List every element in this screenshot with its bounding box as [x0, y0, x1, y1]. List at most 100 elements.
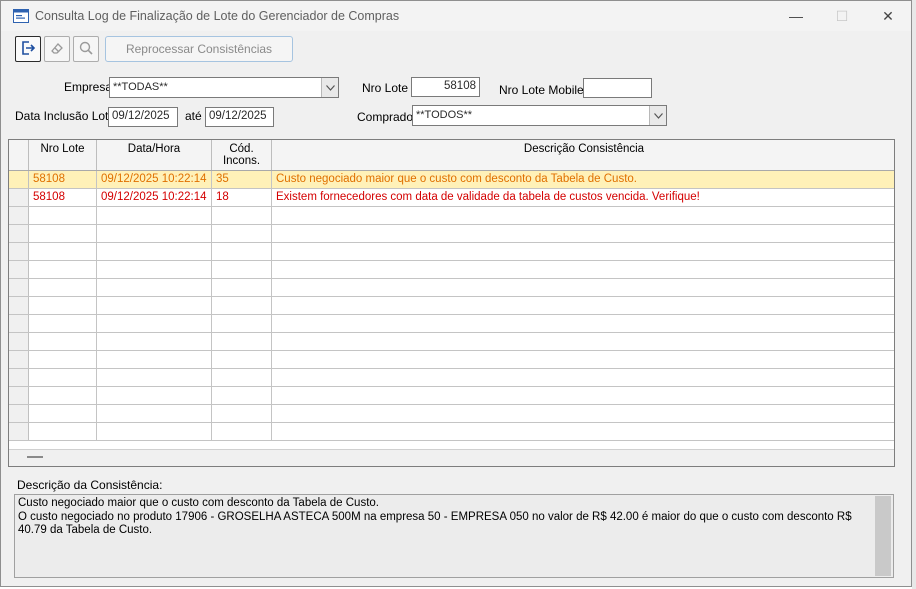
exit-button[interactable] — [15, 36, 41, 62]
minimize-button[interactable]: — — [773, 1, 819, 31]
table-cell[interactable] — [272, 243, 894, 260]
table-cell[interactable] — [272, 207, 894, 224]
row-indicator[interactable] — [9, 243, 29, 260]
table-cell[interactable] — [97, 243, 212, 260]
horizontal-scrollbar[interactable] — [9, 449, 894, 466]
table-cell[interactable] — [29, 261, 97, 278]
table-cell[interactable]: 58108 — [29, 189, 97, 206]
table-cell[interactable] — [97, 279, 212, 296]
maximize-button[interactable]: ☐ — [819, 1, 865, 31]
table-cell[interactable] — [212, 207, 272, 224]
table-cell[interactable] — [29, 279, 97, 296]
search-button[interactable] — [73, 36, 99, 62]
table-cell[interactable] — [29, 423, 97, 440]
table-cell[interactable] — [29, 297, 97, 314]
table-cell[interactable]: Custo negociado maior que o custo com de… — [272, 171, 894, 188]
column-header-cod-incons[interactable]: Cód. Incons. — [212, 140, 272, 170]
table-cell[interactable] — [212, 279, 272, 296]
table-cell[interactable]: 58108 — [29, 171, 97, 188]
row-indicator[interactable] — [9, 261, 29, 278]
table-row[interactable] — [9, 261, 894, 279]
table-cell[interactable]: 09/12/2025 10:22:14 — [97, 171, 212, 188]
table-cell[interactable] — [97, 261, 212, 278]
table-row[interactable] — [9, 279, 894, 297]
table-cell[interactable] — [97, 225, 212, 242]
scrollbar-thumb[interactable] — [27, 456, 43, 458]
table-cell[interactable] — [272, 297, 894, 314]
table-cell[interactable]: Existem fornecedores com data de validad… — [272, 189, 894, 206]
table-cell[interactable] — [29, 333, 97, 350]
table-cell[interactable] — [212, 351, 272, 368]
comprador-select[interactable]: **TODOS** — [412, 105, 667, 126]
table-row[interactable] — [9, 225, 894, 243]
nro-lote-input[interactable]: 58108 — [411, 77, 480, 97]
data-inicio-input[interactable]: 09/12/2025 — [108, 107, 178, 127]
table-row[interactable]: 58108 09/12/2025 10:22:14 18 Existem fornec… — [9, 189, 894, 207]
table-cell[interactable] — [272, 405, 894, 422]
chevron-down-icon[interactable] — [649, 106, 666, 125]
nro-lote-mobile-input[interactable] — [583, 78, 652, 98]
table-cell[interactable] — [212, 315, 272, 332]
table-cell[interactable] — [272, 333, 894, 350]
table-cell[interactable] — [272, 387, 894, 404]
table-row[interactable] — [9, 387, 894, 405]
table-cell[interactable] — [212, 333, 272, 350]
row-indicator[interactable] — [9, 225, 29, 242]
table-cell[interactable] — [97, 351, 212, 368]
description-text-area[interactable]: Custo negociado maior que o custo com de… — [14, 494, 894, 578]
table-cell[interactable] — [272, 351, 894, 368]
table-row[interactable] — [9, 351, 894, 369]
column-header-nro-lote[interactable]: Nro Lote — [29, 140, 97, 170]
table-row[interactable] — [9, 297, 894, 315]
table-row[interactable] — [9, 333, 894, 351]
clear-button[interactable] — [44, 36, 70, 62]
table-cell[interactable] — [97, 387, 212, 404]
table-row[interactable]: 58108 09/12/2025 10:22:14 35 Custo negociad… — [9, 171, 894, 189]
table-cell[interactable] — [97, 423, 212, 440]
table-cell[interactable] — [212, 405, 272, 422]
table-cell[interactable] — [29, 351, 97, 368]
table-cell[interactable] — [29, 207, 97, 224]
column-header-data-hora[interactable]: Data/Hora — [97, 140, 212, 170]
table-row[interactable] — [9, 243, 894, 261]
table-cell[interactable] — [212, 423, 272, 440]
table-cell[interactable] — [272, 225, 894, 242]
table-cell[interactable] — [212, 261, 272, 278]
table-cell[interactable]: 09/12/2025 10:22:14 — [97, 189, 212, 206]
column-header-descricao[interactable]: Descrição Consistência — [272, 140, 894, 170]
row-indicator[interactable] — [9, 351, 29, 368]
table-cell[interactable] — [97, 405, 212, 422]
table-cell[interactable] — [272, 279, 894, 296]
row-indicator[interactable] — [9, 387, 29, 404]
table-row[interactable] — [9, 423, 894, 441]
data-fim-input[interactable]: 09/12/2025 — [205, 107, 274, 127]
table-cell[interactable] — [212, 297, 272, 314]
row-indicator[interactable] — [9, 279, 29, 296]
row-indicator[interactable] — [9, 189, 29, 206]
table-cell[interactable] — [29, 225, 97, 242]
vertical-scrollbar[interactable] — [875, 496, 891, 576]
reprocess-button[interactable]: Reprocessar Consistências — [105, 36, 293, 62]
row-indicator[interactable] — [9, 405, 29, 422]
close-button[interactable]: ✕ — [865, 1, 911, 31]
table-row[interactable] — [9, 207, 894, 225]
table-cell[interactable] — [212, 369, 272, 386]
table-cell[interactable] — [29, 387, 97, 404]
table-cell[interactable] — [212, 243, 272, 260]
table-cell[interactable] — [97, 333, 212, 350]
row-indicator[interactable] — [9, 171, 29, 188]
table-cell[interactable] — [29, 315, 97, 332]
row-indicator[interactable] — [9, 315, 29, 332]
table-cell[interactable] — [212, 225, 272, 242]
row-indicator[interactable] — [9, 333, 29, 350]
table-cell[interactable] — [97, 207, 212, 224]
empresa-select[interactable]: **TODAS** — [109, 77, 339, 98]
table-cell[interactable] — [97, 315, 212, 332]
table-cell[interactable] — [29, 369, 97, 386]
table-cell[interactable] — [97, 297, 212, 314]
table-cell[interactable] — [272, 261, 894, 278]
table-row[interactable] — [9, 369, 894, 387]
table-row[interactable] — [9, 405, 894, 423]
row-indicator[interactable] — [9, 423, 29, 440]
row-indicator[interactable] — [9, 207, 29, 224]
